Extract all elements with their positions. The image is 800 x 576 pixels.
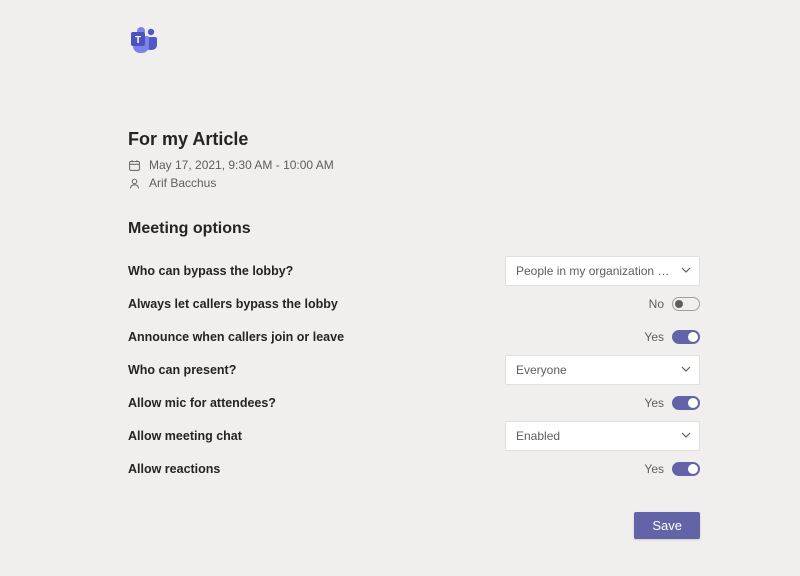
meeting-datetime: May 17, 2021, 9:30 AM - 10:00 AM: [149, 158, 334, 172]
present-select[interactable]: Everyone: [505, 355, 700, 385]
person-icon: [128, 177, 141, 190]
announce-toggle[interactable]: [672, 330, 700, 344]
meeting-organizer-row: Arif Bacchus: [128, 176, 700, 190]
option-mic: Allow mic for attendees? Yes: [128, 388, 700, 418]
save-button[interactable]: Save: [634, 512, 700, 539]
option-callers-bypass: Always let callers bypass the lobby No: [128, 289, 700, 319]
option-announce: Announce when callers join or leave Yes: [128, 322, 700, 352]
option-label: Always let callers bypass the lobby: [128, 297, 338, 311]
toggle-state-text: No: [649, 297, 664, 311]
option-bypass-lobby: Who can bypass the lobby? People in my o…: [128, 256, 700, 286]
option-label: Allow reactions: [128, 462, 220, 476]
app-logo: T: [128, 24, 700, 59]
callers-bypass-toggle[interactable]: [672, 297, 700, 311]
section-title: Meeting options: [128, 220, 700, 238]
option-label: Who can bypass the lobby?: [128, 264, 293, 278]
toggle-state-text: Yes: [644, 462, 664, 476]
meeting-datetime-row: May 17, 2021, 9:30 AM - 10:00 AM: [128, 158, 700, 172]
bypass-lobby-select[interactable]: People in my organization and gu...: [505, 256, 700, 286]
toggle-state-text: Yes: [644, 330, 664, 344]
option-label: Allow meeting chat: [128, 429, 242, 443]
meeting-title: For my Article: [128, 129, 700, 150]
chevron-down-icon: [681, 363, 691, 377]
mic-toggle[interactable]: [672, 396, 700, 410]
option-label: Who can present?: [128, 363, 236, 377]
toggle-state-text: Yes: [644, 396, 664, 410]
teams-icon: T: [128, 24, 160, 56]
option-present: Who can present? Everyone: [128, 355, 700, 385]
chevron-down-icon: [681, 264, 691, 278]
option-chat: Allow meeting chat Enabled: [128, 421, 700, 451]
chevron-down-icon: [681, 429, 691, 443]
calendar-icon: [128, 159, 141, 172]
meeting-organizer: Arif Bacchus: [149, 176, 216, 190]
option-label: Announce when callers join or leave: [128, 330, 344, 344]
reactions-toggle[interactable]: [672, 462, 700, 476]
svg-text:T: T: [135, 35, 141, 46]
chat-select[interactable]: Enabled: [505, 421, 700, 451]
option-reactions: Allow reactions Yes: [128, 454, 700, 484]
option-label: Allow mic for attendees?: [128, 396, 276, 410]
